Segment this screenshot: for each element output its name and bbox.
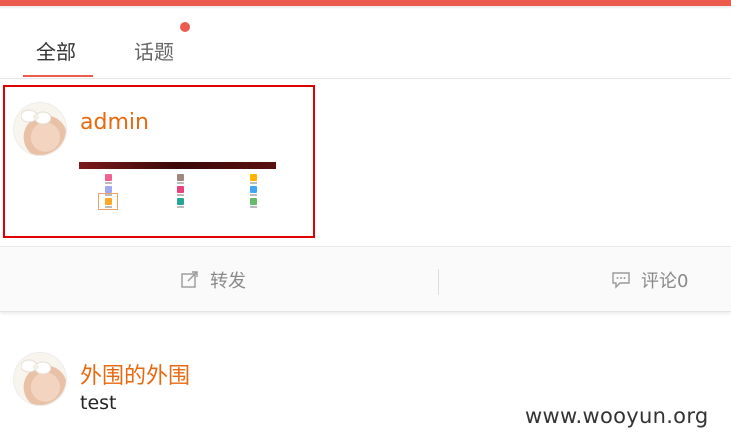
bow-icon <box>21 359 51 375</box>
notification-dot <box>180 22 190 32</box>
comment-label: 评论0 <box>641 271 689 292</box>
tab-topic[interactable]: 话题 <box>134 36 174 65</box>
post-author[interactable]: 外围的外围 <box>80 358 190 390</box>
avatar[interactable] <box>13 352 67 406</box>
tab-all[interactable]: 全部 <box>36 36 76 65</box>
watermark: www.wooyun.org <box>525 404 709 428</box>
forward-label: 转发 <box>210 271 246 292</box>
comment-button[interactable]: 评论0 <box>611 267 688 295</box>
active-tab-indicator <box>23 75 93 77</box>
action-divider <box>438 269 439 295</box>
highlight-annotation-box <box>3 85 315 238</box>
tab-bar: 全部 话题 <box>0 22 731 79</box>
share-icon <box>180 270 200 295</box>
post-text: test <box>80 392 117 414</box>
top-shadow <box>0 6 731 9</box>
post-action-bar: 转发 评论0 <box>0 246 731 312</box>
comment-icon <box>611 270 631 295</box>
forward-button[interactable]: 转发 <box>180 267 246 295</box>
